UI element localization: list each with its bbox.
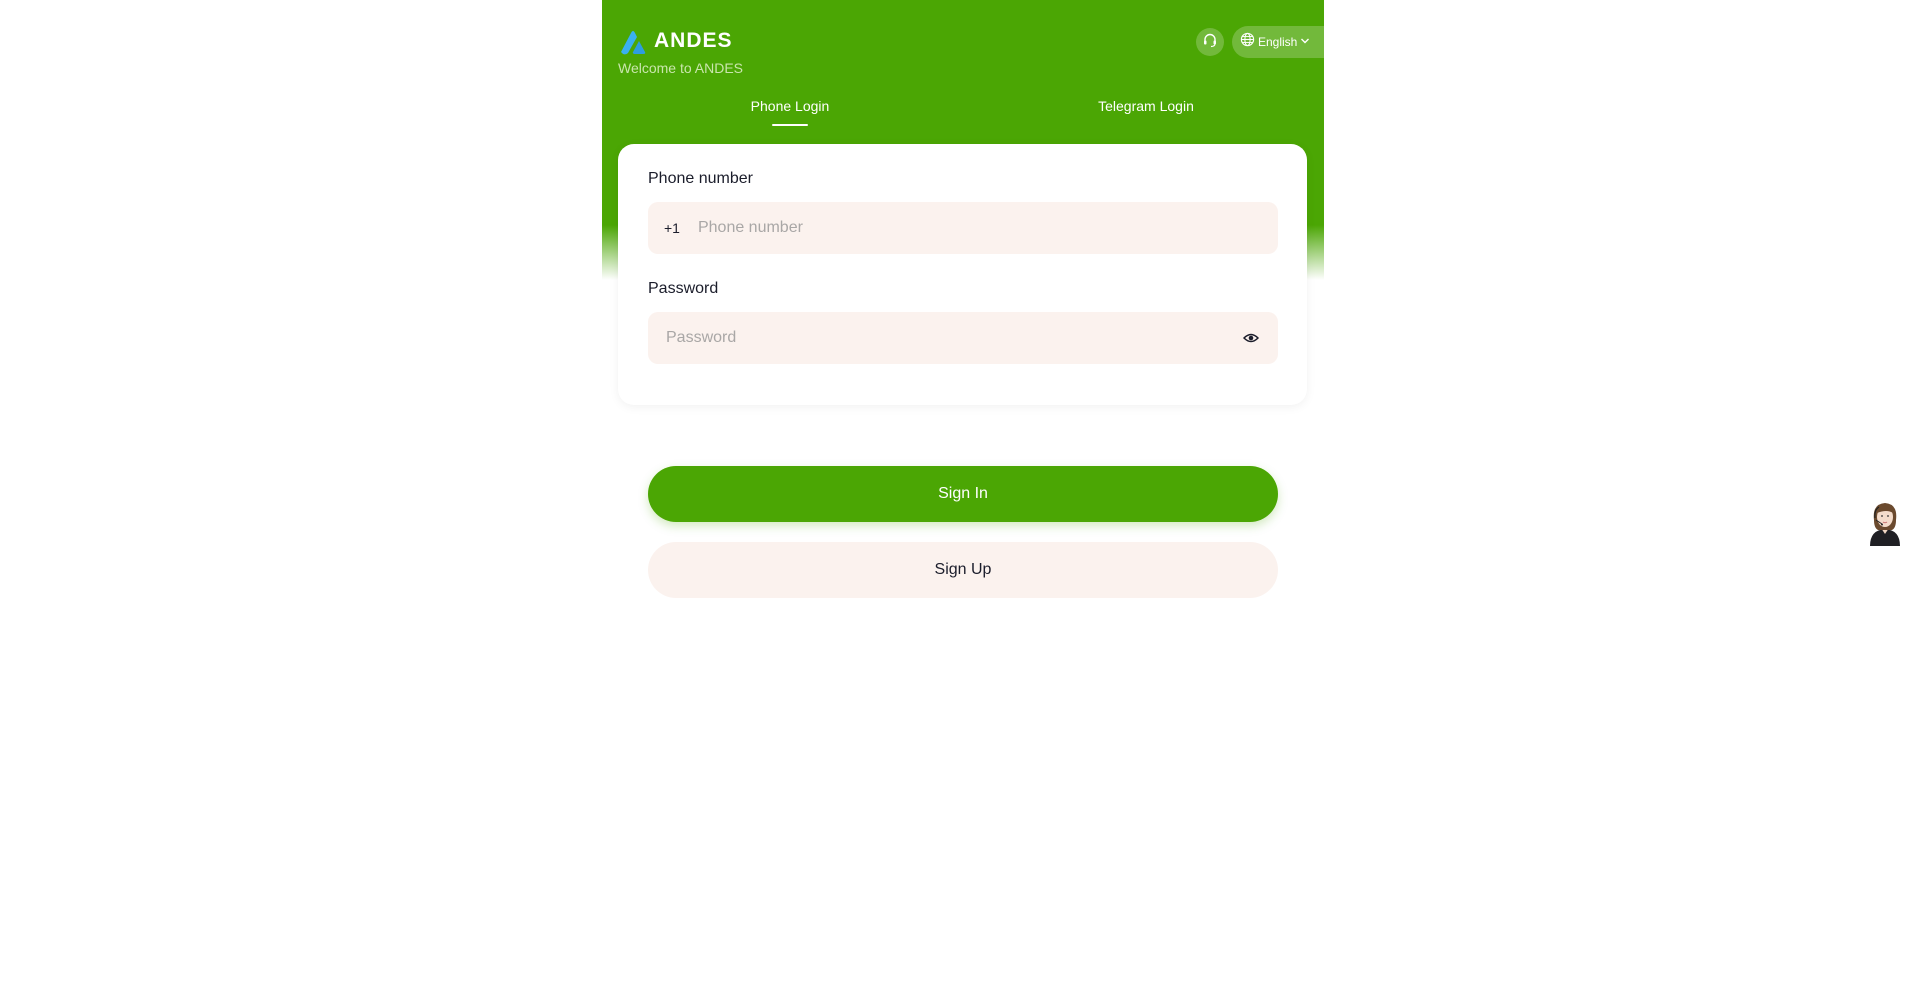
phone-field: +1 xyxy=(648,202,1278,254)
login-tabs: Phone Login Telegram Login xyxy=(602,98,1324,130)
welcome-text: Welcome to ANDES xyxy=(618,60,744,76)
phone-label: Phone number xyxy=(648,170,753,187)
password-field xyxy=(648,312,1278,364)
headset-icon xyxy=(1202,32,1218,53)
password-input[interactable] xyxy=(664,312,1224,364)
customer-support-button[interactable] xyxy=(1196,28,1224,56)
sign-up-button[interactable]: Sign Up xyxy=(648,542,1278,598)
andes-logo-icon xyxy=(618,26,648,56)
brand-name: ANDES xyxy=(654,29,733,52)
login-form-card: Phone number +1 Password xyxy=(618,144,1307,405)
language-selector[interactable]: English xyxy=(1232,26,1324,58)
login-page: ANDES Welcome to ANDES English Phone Log… xyxy=(602,0,1324,993)
agent-avatar-icon[interactable] xyxy=(1862,498,1908,546)
globe-icon xyxy=(1240,32,1255,52)
active-tab-indicator xyxy=(772,124,808,126)
chevron-down-icon xyxy=(1300,33,1310,51)
sign-in-button[interactable]: Sign In xyxy=(648,466,1278,522)
tab-phone-login[interactable]: Phone Login xyxy=(740,98,840,114)
country-code-selector[interactable]: +1 xyxy=(664,220,680,236)
eye-icon[interactable] xyxy=(1242,329,1260,347)
tab-telegram-login[interactable]: Telegram Login xyxy=(1082,98,1210,114)
language-label: English xyxy=(1258,35,1298,49)
password-label: Password xyxy=(648,280,719,297)
brand: ANDES xyxy=(618,26,733,56)
phone-input[interactable] xyxy=(695,202,1256,254)
